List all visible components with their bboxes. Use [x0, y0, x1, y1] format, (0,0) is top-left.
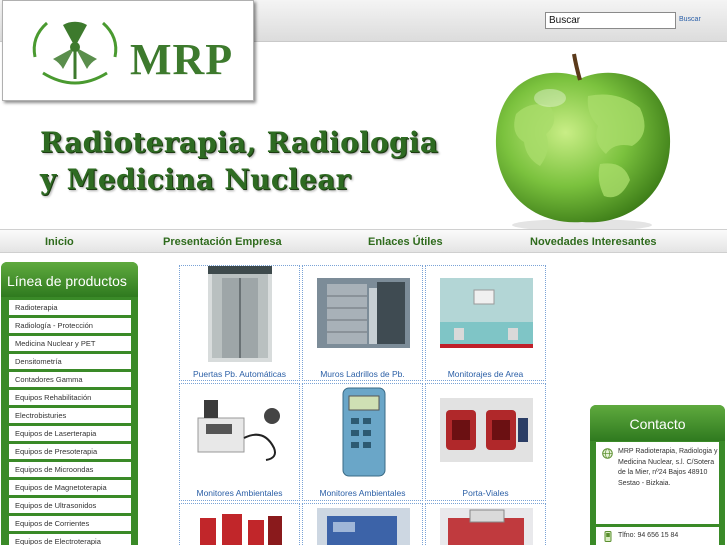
sidebar-item[interactable]: Equipos de Corrientes [9, 516, 131, 531]
sidebar-item[interactable]: Equipos de Electroterapia [9, 534, 131, 545]
site-title-line2: y Medicina Nuclear [40, 163, 351, 196]
site-title-line1: Radioterapia, Radiologia [40, 126, 439, 159]
nav-item-inicio[interactable]: Inicio [45, 236, 74, 248]
logo-text: MRP [130, 35, 234, 84]
product-card[interactable] [302, 503, 423, 545]
sidebar-item[interactable]: Equipos de Microondas [9, 462, 131, 477]
mrp-emblem-icon [32, 21, 118, 85]
product-label[interactable]: Muros Ladrillos de Pb. [303, 369, 422, 379]
sidebar-item[interactable]: Equipos de Magnetoterapia [9, 480, 131, 495]
product-label[interactable]: Monitores Ambientales [303, 488, 422, 498]
vial-holder-photo-icon [440, 398, 533, 462]
search-link[interactable]: Buscar [679, 16, 701, 23]
equipment-photo-icon [317, 508, 410, 545]
sidebar-item[interactable]: Equipos de Presoterapia [9, 444, 131, 459]
product-card[interactable]: Monitores Ambientales [302, 383, 423, 501]
globe-icon [602, 448, 613, 459]
sidebar-item[interactable]: Equipos de Laserterapia [9, 426, 131, 441]
product-card[interactable]: Muros Ladrillos de Pb. [302, 265, 423, 381]
product-label[interactable]: Puertas Pb. Automáticas [180, 369, 299, 379]
sidebar-item[interactable]: Equipos Rehabilitación [9, 390, 131, 405]
sidebar-item[interactable]: Equipos de Ultrasonidos [9, 498, 131, 513]
product-label[interactable]: Monitorajes de Area [426, 369, 545, 379]
sidebar-item[interactable]: Radioterapia [9, 300, 131, 315]
sidebar-item[interactable]: Radiología - Protección [9, 318, 131, 333]
main-nav: Inicio Presentación Empresa Enlaces Útil… [0, 229, 727, 253]
product-card[interactable]: Monitores Ambientales [179, 383, 300, 501]
contact-box: Contacto MRP Radioterapia, Radiologia y … [590, 405, 725, 545]
sidebar-item[interactable]: Medicina Nuclear y PET [9, 336, 131, 351]
area-monitor-photo-icon [440, 278, 533, 348]
product-card[interactable]: Porta-Viales [425, 383, 546, 501]
nav-item-novedades[interactable]: Novedades Interesantes [530, 236, 657, 248]
elevator-door-photo-icon [208, 266, 272, 362]
contact-phone-row: Tlfno: 94 656 15 84 [596, 527, 719, 545]
sidebar-item[interactable]: Electrobisturies [9, 408, 131, 423]
product-card[interactable]: Puertas Pb. Automáticas [179, 265, 300, 381]
lead-brick-wall-photo-icon [317, 278, 410, 348]
nav-item-enlaces[interactable]: Enlaces Útiles [368, 236, 443, 248]
contact-address: MRP Radioterapia, Radiologia y Medicina … [618, 448, 718, 487]
product-card[interactable]: Monitorajes de Area [425, 265, 546, 381]
sidebar-item[interactable]: Contadores Gamma [9, 372, 131, 387]
ambient-monitor-photo-icon [194, 398, 287, 464]
phone-icon [604, 531, 612, 542]
lab-instrument-photo-icon [440, 508, 533, 545]
sidebar-item[interactable]: Densitometría [9, 354, 131, 369]
product-sidebar: Línea de productos Radioterapia Radiolog… [1, 262, 138, 545]
contact-heading: Contacto [590, 405, 725, 441]
sidebar-heading: Línea de productos [1, 262, 138, 297]
red-containers-photo-icon [194, 508, 287, 545]
product-label[interactable]: Porta-Viales [426, 488, 545, 498]
product-card[interactable] [179, 503, 300, 545]
green-apple-globe-icon [495, 53, 671, 231]
contact-address-card: MRP Radioterapia, Radiologia y Medicina … [596, 442, 719, 524]
contact-phone: Tlfno: 94 656 15 84 [618, 532, 679, 539]
product-card[interactable] [425, 503, 546, 545]
search-input[interactable] [545, 12, 676, 29]
nav-item-presentacion[interactable]: Presentación Empresa [163, 236, 282, 248]
handheld-monitor-photo-icon [342, 387, 386, 477]
product-label[interactable]: Monitores Ambientales [180, 488, 299, 498]
logo[interactable]: MRP [2, 0, 254, 101]
